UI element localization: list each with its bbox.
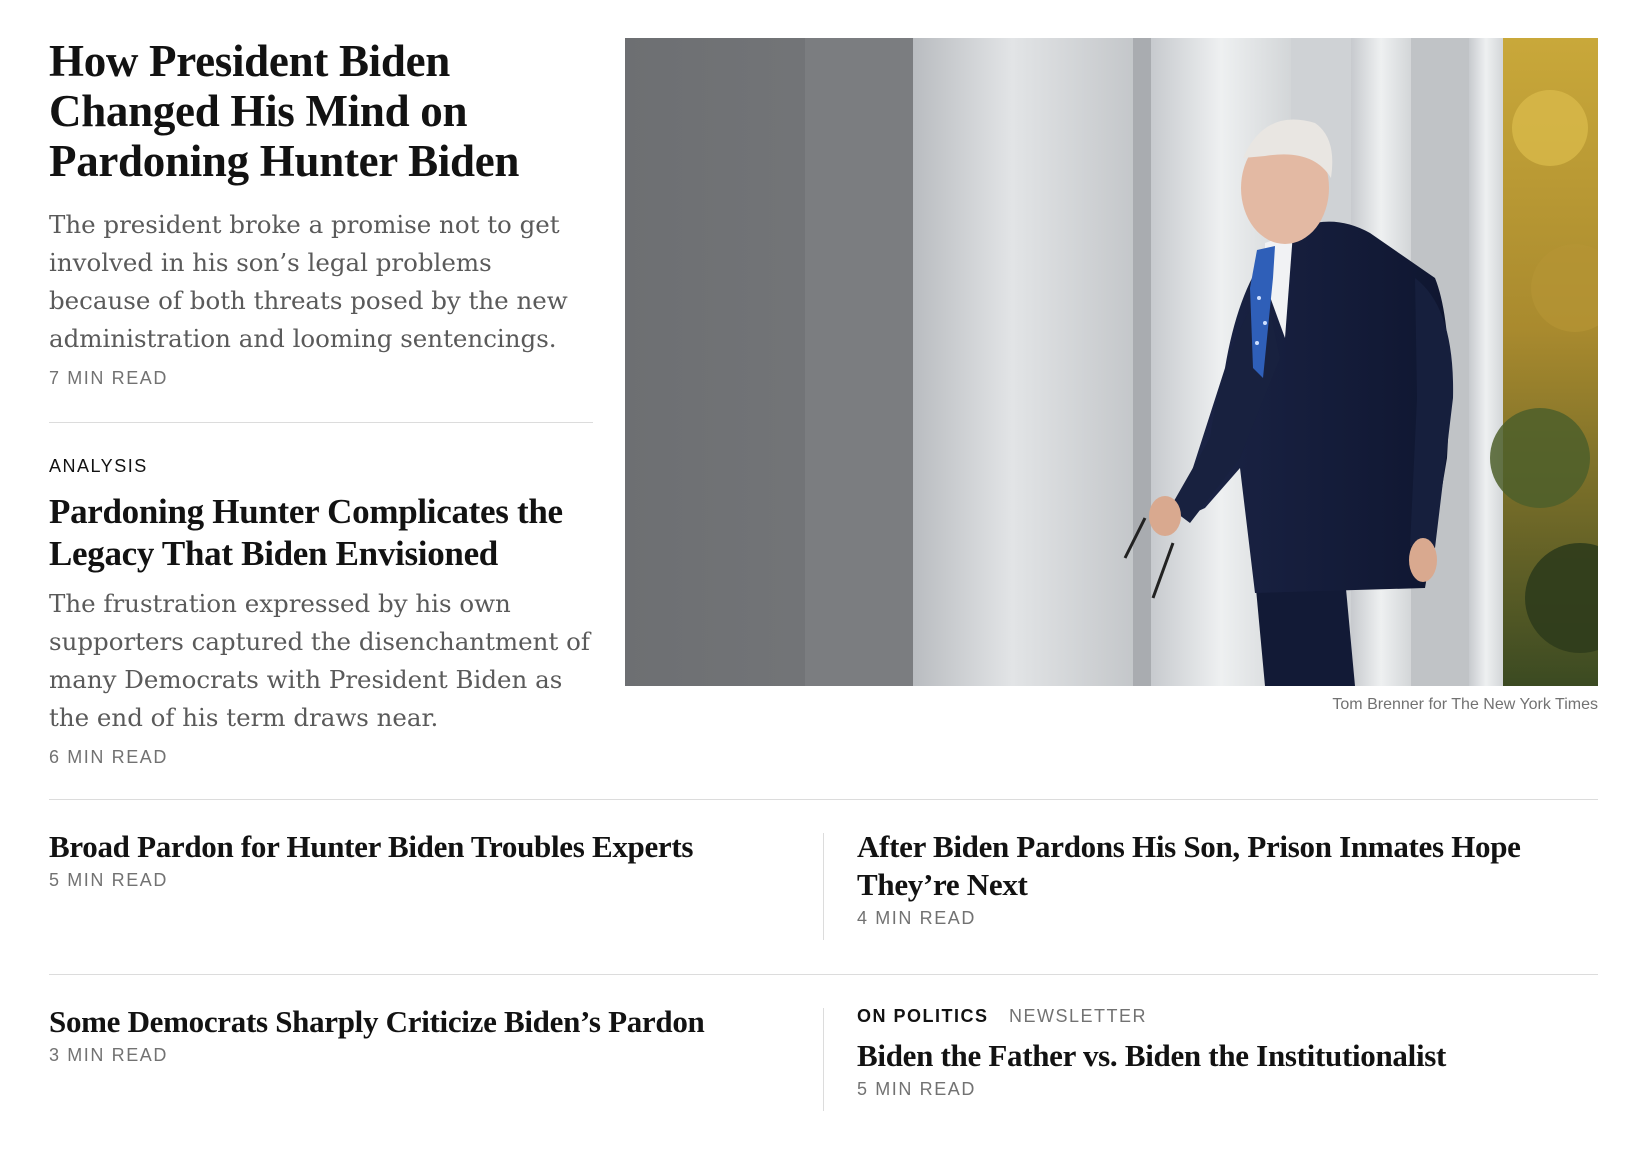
analysis-read-time: 6 MIN READ [49, 747, 169, 767]
story-headline[interactable]: After Biden Pardons His Son, Prison Inma… [857, 828, 1597, 904]
photo-credit: Tom Brenner for The New York Times [1332, 696, 1598, 713]
story-card: After Biden Pardons His Son, Prison Inma… [857, 828, 1597, 929]
analysis-story: ANALYSIS Pardoning Hunter Complicates th… [49, 456, 593, 768]
story-card: Broad Pardon for Hunter Biden Troubles E… [49, 828, 789, 891]
lead-headline[interactable]: How President Biden Changed His Mind on … [49, 36, 593, 186]
photo-illustration [625, 38, 1598, 686]
story-headline[interactable]: Some Democrats Sharply Criticize Biden’s… [49, 1003, 789, 1041]
story-card: ON POLITICS NEWSLETTER Biden the Father … [857, 1006, 1597, 1100]
lead-photo[interactable] [625, 38, 1598, 686]
story-kicker[interactable]: ON POLITICS [857, 1006, 989, 1026]
story-headline[interactable]: Broad Pardon for Hunter Biden Troubles E… [49, 828, 789, 866]
lead-story: How President Biden Changed His Mind on … [49, 36, 593, 389]
analysis-kicker: ANALYSIS [49, 456, 148, 476]
section-divider-1 [49, 799, 1598, 800]
analysis-summary[interactable]: The frustration expressed by his own sup… [49, 585, 593, 737]
story-kicker-secondary: NEWSLETTER [1009, 1006, 1148, 1026]
story-read-time: 5 MIN READ [857, 1079, 977, 1099]
story-headline[interactable]: Biden the Father vs. Biden the Instituti… [857, 1037, 1597, 1075]
story-kicker-row: ON POLITICS NEWSLETTER [857, 1006, 1597, 1027]
section-divider-2 [49, 974, 1598, 975]
lead-read-time: 7 MIN READ [49, 368, 169, 388]
story-card: Some Democrats Sharply Criticize Biden’s… [49, 1003, 789, 1066]
news-package: How President Biden Changed His Mind on … [0, 0, 1626, 1176]
story-read-time: 4 MIN READ [857, 908, 977, 928]
story-read-time: 3 MIN READ [49, 1045, 169, 1065]
lead-summary[interactable]: The president broke a promise not to get… [49, 206, 593, 358]
column-divider [823, 1008, 824, 1111]
column-divider [823, 833, 824, 940]
story-read-time: 5 MIN READ [49, 870, 169, 890]
analysis-headline[interactable]: Pardoning Hunter Complicates the Legacy … [49, 491, 593, 575]
lead-divider [49, 422, 593, 423]
